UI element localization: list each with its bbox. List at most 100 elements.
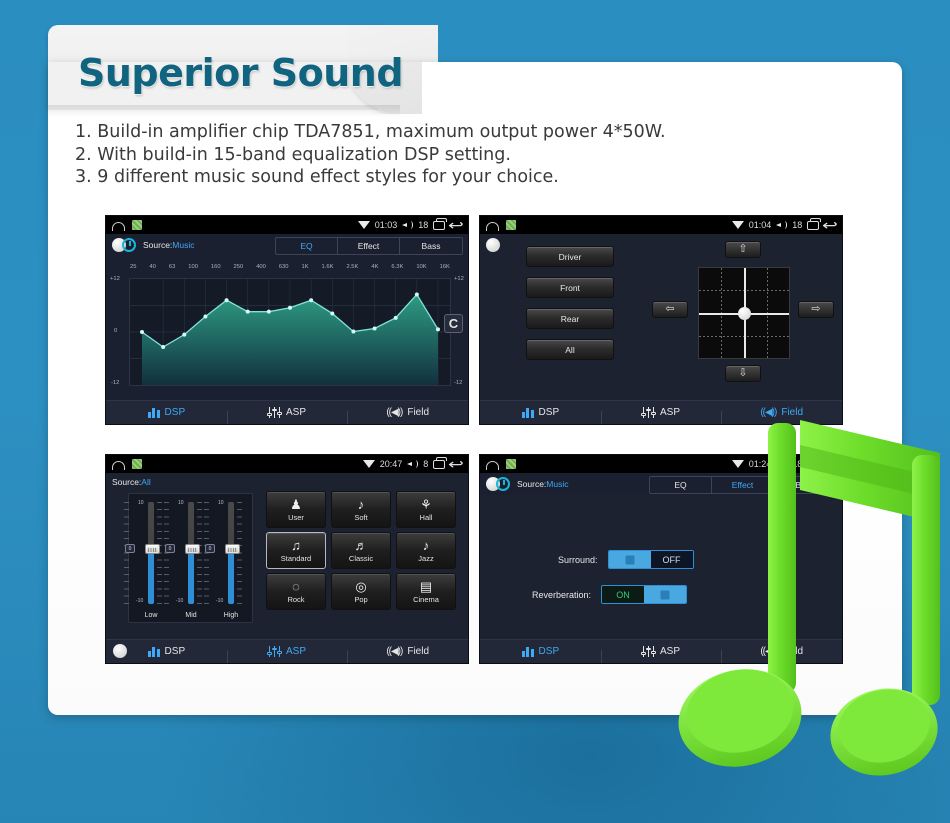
power-icon[interactable] [496, 477, 510, 491]
eq-point-11[interactable] [372, 326, 377, 331]
freq-tick-12: 6.3K [391, 264, 404, 270]
eq-point-3[interactable] [203, 314, 208, 319]
eq-point-7[interactable] [288, 305, 292, 310]
slider-low-thumb[interactable] [144, 544, 160, 554]
nav-dsp[interactable]: DSP [106, 407, 227, 418]
effect-cinema-label: Cinema [413, 594, 439, 604]
effect-classic[interactable]: ♬ Classic [331, 532, 391, 569]
screenshot-row-1: 01:03 18 ↩ Source:Music EQ Effect Bass 2… [105, 215, 843, 425]
slider-high[interactable]: 10 -10 0 High [204, 500, 249, 620]
slider-high-max: 10 [218, 500, 224, 506]
effect-classic-icon: ♬ [354, 537, 368, 553]
slider-mid-max: 10 [178, 500, 184, 506]
freq-tick-5: 250 [233, 264, 244, 270]
source-label: Source:Music [143, 240, 195, 250]
sd-card-icon [132, 459, 142, 469]
status-bar-left [112, 220, 142, 231]
asp-screen[interactable]: 20:47 8 ↩ Source:All 10 -10 0 Low 10 -10… [105, 454, 469, 664]
freq-tick-8: 1K [301, 264, 309, 270]
back-icon[interactable]: ↩ [448, 218, 464, 232]
effect-hall[interactable]: ⚘ Hall [396, 491, 456, 528]
eq-point-6[interactable] [266, 309, 271, 314]
field-screen[interactable]: 01:04 18 ↩ Driver Front Rear All ⇧ ⇩ ⇦ ⇨… [479, 215, 843, 425]
dsp-icon [521, 646, 534, 657]
status-bar-right: 20:47 8 ↩ [362, 457, 464, 471]
balance-knob[interactable] [738, 307, 751, 320]
freq-tick-4: 160 [210, 264, 221, 270]
fader-down-button[interactable]: ⇩ [725, 365, 761, 382]
preset-front[interactable]: Front [526, 277, 614, 298]
eq-point-13[interactable] [414, 292, 419, 297]
eq-plot-area[interactable] [129, 278, 451, 386]
home-icon[interactable] [486, 221, 499, 231]
freq-tick-2: 63 [168, 264, 176, 270]
eq-curve [130, 279, 450, 385]
slider-mid-value: 0 [165, 544, 175, 553]
power-icon[interactable] [122, 238, 136, 252]
nav-field[interactable]: ((◀)) Field [347, 407, 468, 424]
eq-point-2[interactable] [182, 332, 187, 337]
tab-eq[interactable]: EQ [276, 238, 338, 254]
nav-dsp[interactable]: DSP [480, 407, 601, 418]
page-title: Superior Sound [78, 51, 404, 95]
home-knob-icon[interactable] [113, 644, 127, 658]
fader-up-button[interactable]: ⇧ [725, 241, 761, 258]
effect-soft[interactable]: ♪ Soft [331, 491, 391, 528]
source-label-text: Source: [517, 479, 547, 489]
home-knob-icon[interactable] [486, 238, 500, 252]
eq-point-9[interactable] [330, 311, 335, 316]
preset-all[interactable]: All [526, 339, 614, 360]
effect-jazz[interactable]: ♪ Jazz [396, 532, 456, 569]
preset-rear[interactable]: Rear [526, 308, 614, 329]
source-label: Source:Music [517, 479, 569, 489]
nav-dsp[interactable]: DSP [480, 646, 601, 657]
eq-point-8[interactable] [309, 298, 314, 303]
equalizer-chart[interactable]: 25 40 63 100 160 250 400 630 1K 1.6K 2.5K 4K 6.3K 10K… [106, 256, 468, 404]
effect-cinema[interactable]: ▤ Cinema [396, 573, 456, 610]
effect-pop-icon: ◎ [355, 578, 367, 594]
effect-hall-icon: ⚘ [420, 496, 432, 512]
eq-screen[interactable]: 01:03 18 ↩ Source:Music EQ Effect Bass 2… [105, 215, 469, 425]
status-volume: 18 [418, 220, 429, 230]
status-time: 01:04 [748, 220, 772, 230]
recents-icon[interactable] [433, 457, 447, 469]
freq-tick-10: 2.5K [346, 264, 359, 270]
eq-point-10[interactable] [351, 329, 356, 334]
reset-button[interactable]: C [444, 314, 463, 333]
tab-bass[interactable]: Bass [400, 238, 462, 254]
slider-high-thumb[interactable] [224, 544, 240, 554]
effect-rock[interactable]: ◌ Rock [266, 573, 326, 610]
effect-user[interactable]: ♟ User [266, 491, 326, 528]
balance-pad[interactable] [698, 267, 790, 359]
status-bar-left [486, 459, 516, 470]
effect-pop[interactable]: ◎ Pop [331, 573, 391, 610]
balance-right-button[interactable]: ⇨ [798, 301, 834, 318]
eq-point-1[interactable] [161, 345, 166, 350]
recents-icon[interactable] [433, 218, 447, 230]
feature-list: 1. Build-in amplifier chip TDA7851, maxi… [75, 121, 865, 189]
home-icon[interactable] [112, 221, 125, 231]
eq-point-0[interactable] [140, 330, 144, 334]
slider-mid-thumb[interactable] [184, 544, 200, 554]
effect-user-icon: ♟ [290, 496, 302, 512]
nav-asp[interactable]: ASP [226, 646, 348, 663]
effect-standard[interactable]: ♫ Standard [266, 532, 326, 569]
tab-effect[interactable]: Effect [338, 238, 400, 254]
eq-point-12[interactable] [393, 315, 398, 320]
sd-card-icon [132, 220, 142, 230]
effect-pop-label: Pop [354, 594, 368, 604]
y-axis-mid-left: 0 [114, 328, 118, 334]
back-icon[interactable]: ↩ [822, 218, 838, 232]
preset-driver[interactable]: Driver [526, 246, 614, 267]
eq-point-4[interactable] [224, 298, 229, 303]
home-icon[interactable] [112, 460, 125, 470]
home-icon[interactable] [486, 460, 499, 470]
recents-icon[interactable] [807, 218, 821, 230]
balance-left-button[interactable]: ⇦ [652, 301, 688, 318]
eq-point-5[interactable] [245, 309, 250, 314]
nav-field[interactable]: ((◀)) Field [347, 646, 468, 663]
effect-hall-label: Hall [419, 512, 433, 522]
eq-point-14[interactable] [436, 327, 440, 332]
back-icon[interactable]: ↩ [448, 457, 464, 471]
nav-asp[interactable]: ASP [226, 407, 348, 424]
